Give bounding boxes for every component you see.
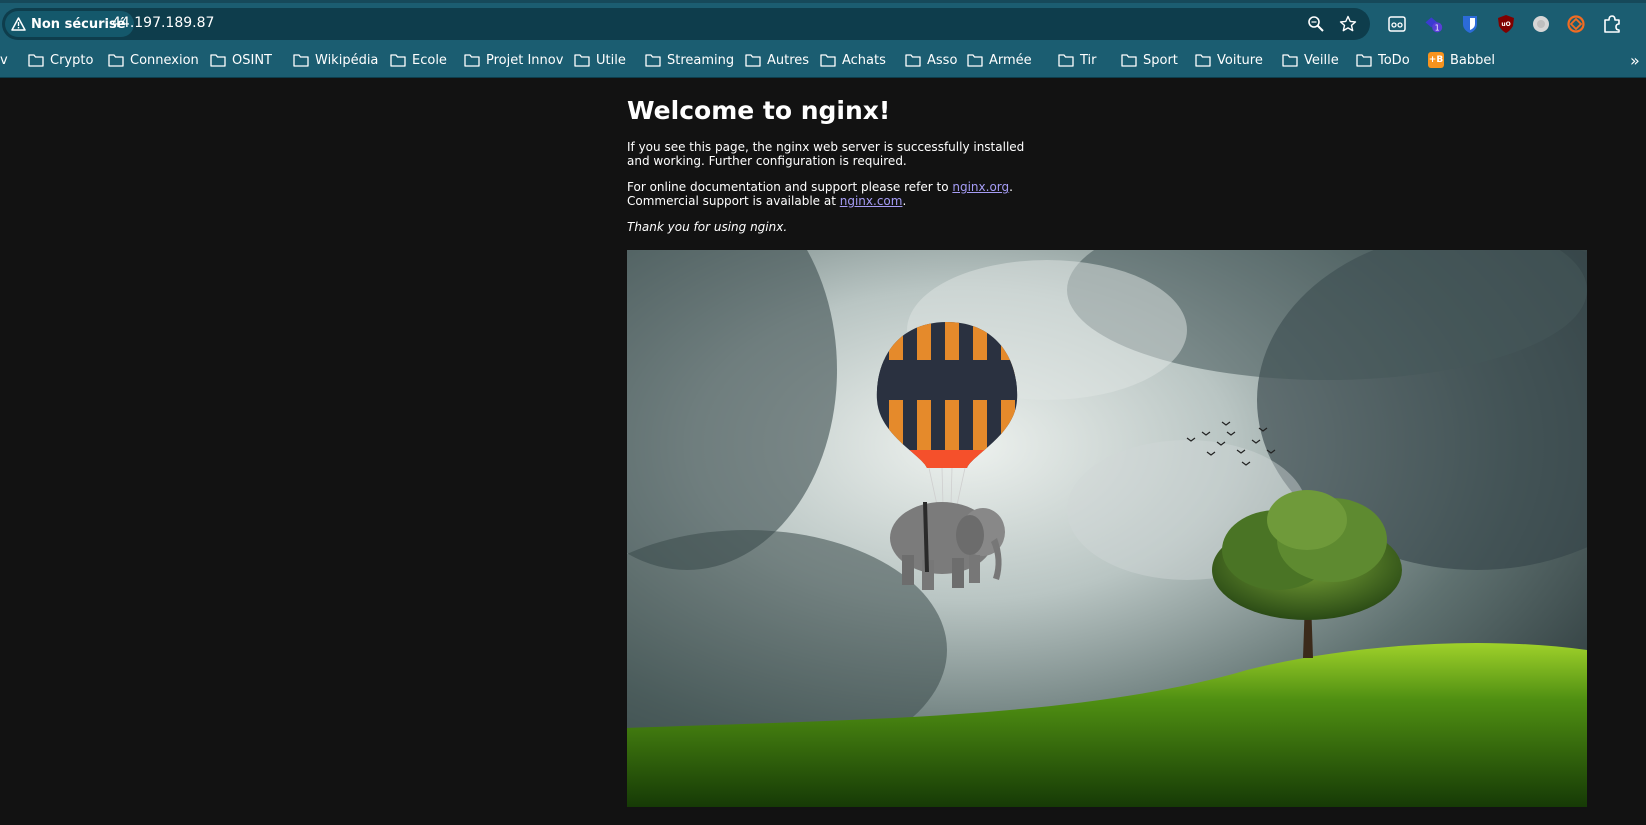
extensions-puzzle-icon[interactable] <box>1602 14 1622 34</box>
bookmark-ecole[interactable]: Ecole <box>390 50 447 70</box>
grey-extension-icon[interactable] <box>1531 14 1551 34</box>
page-content: Welcome to nginx! If you see this page, … <box>0 78 1646 825</box>
extension-badge-icon[interactable]: 1 <box>1423 14 1443 34</box>
folder-icon <box>1195 54 1211 67</box>
bookmark-label: Achats <box>842 52 886 68</box>
folder-icon <box>645 54 661 67</box>
orange-extension-icon[interactable] <box>1566 14 1586 34</box>
folder-icon <box>210 54 226 67</box>
reader-mode-icon[interactable] <box>1387 14 1407 34</box>
bookmark-label: Voiture <box>1217 52 1263 68</box>
bookmark-label: Veille <box>1304 52 1339 68</box>
bookmark-label: Projet Innov <box>486 52 564 68</box>
nginx-org-link[interactable]: nginx.org <box>952 180 1009 194</box>
url-text[interactable]: 44.197.189.87 <box>112 15 214 31</box>
babbel-icon: +B <box>1428 52 1444 68</box>
nginx-welcome-page: Welcome to nginx! If you see this page, … <box>627 96 1627 807</box>
bookmark-todo[interactable]: ToDo <box>1356 50 1410 70</box>
bookmark-connexion[interactable]: Connexion <box>108 50 199 70</box>
bookmark-label: Tir <box>1080 52 1097 68</box>
bookmark-label: OSINT <box>232 52 272 68</box>
bitwarden-icon[interactable] <box>1460 14 1480 34</box>
folder-icon <box>967 54 983 67</box>
bookmark-asso[interactable]: Asso <box>905 50 957 70</box>
bookmark-label: Sport <box>1143 52 1178 68</box>
bookmark-label: Crypto <box>50 52 94 68</box>
folder-icon <box>1356 54 1372 67</box>
bookmark-armée[interactable]: Armée <box>967 50 1032 70</box>
bookmark-label: Babbel <box>1450 52 1495 68</box>
bookmark-label: Wikipédia <box>315 52 379 68</box>
folder-icon <box>745 54 761 67</box>
folder-icon <box>1282 54 1298 67</box>
docs-paragraph: For online documentation and support ple… <box>627 180 1013 208</box>
browser-toolbar: Non sécurisé 44.197.189.87 1 uO <box>0 0 1646 42</box>
bookmark-label: ToDo <box>1378 52 1410 68</box>
address-bar[interactable]: Non sécurisé 44.197.189.87 <box>2 8 1370 40</box>
warning-triangle-icon <box>11 17 26 31</box>
svg-text:uO: uO <box>1501 21 1510 28</box>
folder-icon <box>1058 54 1074 67</box>
bookmark-label: Ecole <box>412 52 447 68</box>
bookmark-label: Armée <box>989 52 1032 68</box>
folder-icon <box>464 54 480 67</box>
elephant-balloon-illustration <box>627 250 1587 807</box>
nginx-com-link[interactable]: nginx.com <box>840 194 903 208</box>
bookmark-autres[interactable]: Autres <box>745 50 809 70</box>
browser-window: Non sécurisé 44.197.189.87 1 uO v » Cryp… <box>0 0 1646 825</box>
page-title: Welcome to nginx! <box>627 96 891 125</box>
install-paragraph: If you see this page, the nginx web serv… <box>627 140 1025 168</box>
bookmark-label: Connexion <box>130 52 199 68</box>
star-icon[interactable] <box>1339 15 1357 33</box>
bookmark-achats[interactable]: Achats <box>820 50 886 70</box>
folder-icon <box>1121 54 1137 67</box>
zoom-icon[interactable] <box>1307 15 1325 33</box>
folder-icon <box>293 54 309 67</box>
thanks-text: Thank you for using nginx. <box>627 220 788 234</box>
ublock-icon[interactable]: uO <box>1496 14 1516 34</box>
bookmark-utile[interactable]: Utile <box>574 50 626 70</box>
bookmark-tir[interactable]: Tir <box>1058 50 1097 70</box>
folder-icon <box>820 54 836 67</box>
bookmarks-bar: v » Crypto Connexion OSINT Wikipédia Ecole Pr… <box>0 42 1646 78</box>
bookmark-projet-innov[interactable]: Projet Innov <box>464 50 563 70</box>
bookmarks-overflow-chevron-icon[interactable]: » <box>1630 50 1640 70</box>
bookmark-wikipédia[interactable]: Wikipédia <box>293 50 378 70</box>
bookmark-label: Utile <box>596 52 626 68</box>
bookmark-partial[interactable]: v <box>0 50 8 70</box>
bookmark-osint[interactable]: OSINT <box>210 50 272 70</box>
folder-icon <box>905 54 921 67</box>
bookmark-label: Asso <box>927 52 958 68</box>
bookmark-label: Streaming <box>667 52 735 68</box>
folder-icon <box>390 54 406 67</box>
bookmark-sport[interactable]: Sport <box>1121 50 1178 70</box>
bookmark-voiture[interactable]: Voiture <box>1195 50 1263 70</box>
bookmark-veille[interactable]: Veille <box>1282 50 1339 70</box>
extension-badge-count: 1 <box>1435 24 1440 33</box>
bookmark-label: Autres <box>767 52 810 68</box>
folder-icon <box>108 54 124 67</box>
bookmark-crypto[interactable]: Crypto <box>28 50 93 70</box>
bookmark-streaming[interactable]: Streaming <box>645 50 734 70</box>
folder-icon <box>574 54 590 67</box>
bookmark-babbel[interactable]: +B Babbel <box>1428 50 1495 70</box>
folder-icon <box>28 54 44 67</box>
